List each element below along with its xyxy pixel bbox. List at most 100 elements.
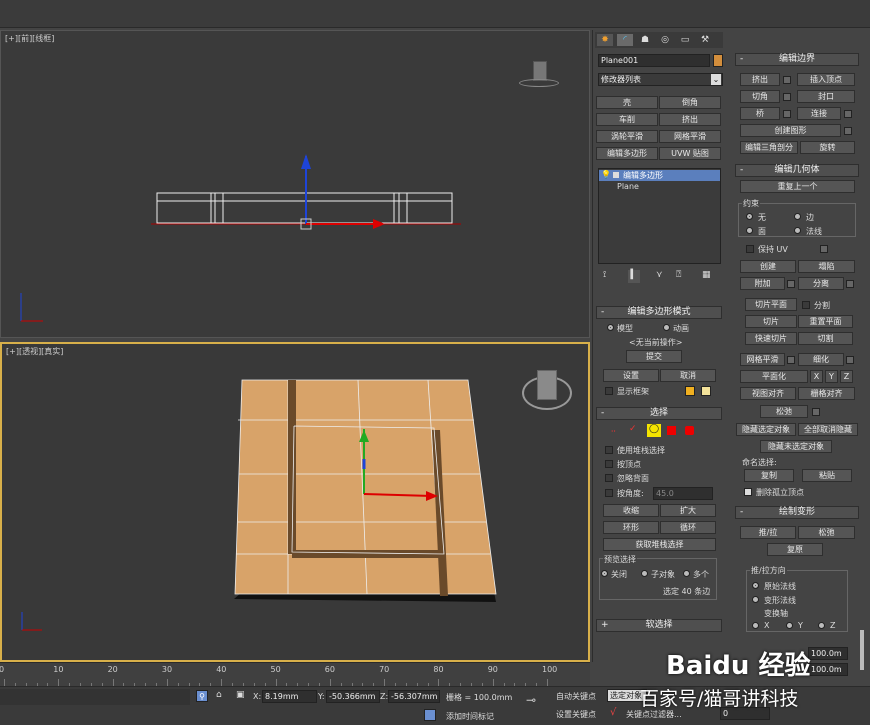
auto-key-button[interactable]: 自动关键点 xyxy=(556,691,596,702)
connect-settings-icon[interactable] xyxy=(844,110,852,118)
rollout-edit-geometry[interactable]: - 编辑几何体 xyxy=(735,164,859,177)
grid-align-button[interactable]: 栅格对齐 xyxy=(798,387,855,400)
selection-lock-icon[interactable]: ⚲ xyxy=(196,690,208,702)
detach-settings-icon[interactable] xyxy=(846,280,854,288)
ignore-backfacing-checkbox[interactable] xyxy=(605,474,613,482)
planar-x-button[interactable]: X xyxy=(810,370,823,383)
shrink-button[interactable]: 收缩 xyxy=(603,504,659,517)
create-tab-icon[interactable]: ✸ xyxy=(597,34,613,46)
radio-constraint-normal[interactable] xyxy=(794,227,801,234)
grow-button[interactable]: 扩大 xyxy=(660,504,716,517)
delete-isolated-checkbox[interactable] xyxy=(744,488,752,496)
collapse-button[interactable]: 塌陷 xyxy=(798,260,855,273)
element-icon[interactable] xyxy=(685,426,694,435)
insert-vertex-button[interactable]: 插入顶点 xyxy=(797,73,855,86)
connect-button[interactable]: 连接 xyxy=(797,107,841,120)
planar-y-button[interactable]: Y xyxy=(825,370,838,383)
split-checkbox[interactable] xyxy=(802,301,810,309)
meshsmooth-button[interactable]: 网格平滑 xyxy=(740,353,785,366)
hierarchy-tab-icon[interactable]: ☗ xyxy=(637,34,653,46)
radio-constraint-edge[interactable] xyxy=(794,213,801,220)
push-pull-value-spinner[interactable]: 100.0m xyxy=(808,647,848,660)
radio-axis-z[interactable] xyxy=(818,622,825,629)
vertex-icon[interactable]: ⸱⸱ xyxy=(611,424,616,437)
tessellate-settings-icon[interactable] xyxy=(846,356,854,364)
edge-icon[interactable]: ✓ xyxy=(629,424,637,434)
brush-size-spinner[interactable]: 100.0m xyxy=(808,663,848,676)
show-end-result-icon[interactable]: ▍ xyxy=(628,270,640,283)
radio-preview-off[interactable] xyxy=(601,570,608,577)
show-cage-checkbox[interactable] xyxy=(605,387,613,395)
viewport-perspective[interactable]: [+][透视][真实] xyxy=(0,342,590,662)
create-button[interactable]: 创建 xyxy=(740,260,796,273)
hide-unselected-button[interactable]: 隐藏未选定对象 xyxy=(760,440,832,453)
modifier-list-dropdown[interactable]: 修改器列表 ⌄ xyxy=(598,73,723,86)
viewport-front[interactable]: [+][前][线框] xyxy=(0,30,590,338)
relax-settings-icon[interactable] xyxy=(812,408,820,416)
radio-axis-y[interactable] xyxy=(786,622,793,629)
utilities-tab-icon[interactable]: ⚒ xyxy=(697,34,713,46)
modifier-stack[interactable]: 💡 编辑多边形 Plane xyxy=(598,168,721,264)
rollout-paint-deformation[interactable]: - 绘制变形 xyxy=(735,506,859,519)
radio-preview-multi[interactable] xyxy=(683,570,690,577)
remove-modifier-icon[interactable]: ⍰ xyxy=(676,270,681,280)
reset-plane-button[interactable]: 重置平面 xyxy=(798,315,853,328)
modifier-button-lathe[interactable]: 车削 xyxy=(596,113,658,126)
modifier-button-extrude[interactable]: 挤出 xyxy=(659,113,721,126)
make-unique-icon[interactable]: ⋎ xyxy=(656,270,663,280)
object-name-field[interactable]: Plane001 xyxy=(598,54,710,67)
modifier-button-shell[interactable]: 壳 xyxy=(596,96,658,109)
timeline[interactable]: 0 10 20 30 40 50 60 70 80 90 100 xyxy=(0,662,590,687)
create-shape-settings-icon[interactable] xyxy=(844,127,852,135)
key-icon[interactable]: ⊸ xyxy=(526,693,536,707)
key-filter-icon[interactable]: √ xyxy=(610,707,616,718)
angle-spinner[interactable]: 45.0 xyxy=(653,487,713,500)
x-coordinate-field[interactable]: 8.19mm xyxy=(262,690,317,703)
by-stack-checkbox[interactable] xyxy=(605,446,613,454)
bridge-settings-icon[interactable] xyxy=(783,110,791,118)
create-shape-button[interactable]: 创建图形 xyxy=(740,124,841,137)
settings-button[interactable]: 设置 xyxy=(603,369,659,382)
detach-button[interactable]: 分离 xyxy=(798,277,844,290)
cancel-button[interactable]: 取消 xyxy=(660,369,716,382)
attach-settings-icon[interactable] xyxy=(787,280,795,288)
radio-animate[interactable] xyxy=(663,324,670,331)
turn-button[interactable]: 旋转 xyxy=(800,141,855,154)
radio-axis-x[interactable] xyxy=(752,622,759,629)
rollout-selection[interactable]: - 选择 xyxy=(596,407,722,420)
chamfer-button[interactable]: 切角 xyxy=(740,90,780,103)
stack-item[interactable]: 💡 编辑多边形 xyxy=(599,170,720,181)
preserve-uv-checkbox[interactable] xyxy=(746,245,754,253)
configure-sets-icon[interactable]: ▦ xyxy=(702,270,711,280)
ring-button[interactable]: 环形 xyxy=(603,521,659,534)
radio-original-normals[interactable] xyxy=(752,582,759,589)
object-color-swatch[interactable] xyxy=(713,54,723,67)
panel-scrollbar[interactable] xyxy=(860,630,864,670)
y-coordinate-field[interactable]: -50.366mm xyxy=(326,690,380,703)
push-pull-button[interactable]: 推/拉 xyxy=(740,526,796,539)
commit-button[interactable]: 提交 xyxy=(626,350,682,363)
extrude-settings-icon[interactable] xyxy=(783,76,791,84)
revert-button[interactable]: 复原 xyxy=(767,543,823,556)
cage-color-swatch[interactable] xyxy=(685,386,695,396)
hide-selected-button[interactable]: 隐藏选定对象 xyxy=(736,423,796,436)
modifier-button-bevel[interactable]: 倒角 xyxy=(659,96,721,109)
chamfer-settings-icon[interactable] xyxy=(783,93,791,101)
quickslice-button[interactable]: 快速切片 xyxy=(745,332,797,345)
absolute-mode-icon[interactable]: ▣ xyxy=(236,690,245,700)
get-stack-selection-button[interactable]: 获取堆栈选择 xyxy=(603,538,716,551)
radio-deformed-normals[interactable] xyxy=(752,596,759,603)
pin-stack-icon[interactable]: ⟟ xyxy=(603,270,606,280)
attach-button[interactable]: 附加 xyxy=(740,277,785,290)
cap-button[interactable]: 封口 xyxy=(797,90,855,103)
radio-constraint-face[interactable] xyxy=(746,227,753,234)
radio-model[interactable] xyxy=(607,324,614,331)
slice-button[interactable]: 切片 xyxy=(745,315,797,328)
planar-z-button[interactable]: Z xyxy=(840,370,853,383)
stack-item[interactable]: Plane xyxy=(599,182,720,193)
modifier-button-meshsmooth[interactable]: 网格平滑 xyxy=(659,130,721,143)
paste-button[interactable]: 粘贴 xyxy=(802,469,852,482)
set-key-button[interactable]: 设置关键点 xyxy=(556,709,596,720)
cut-button[interactable]: 切割 xyxy=(798,332,853,345)
extrude-button[interactable]: 挤出 xyxy=(740,73,780,86)
